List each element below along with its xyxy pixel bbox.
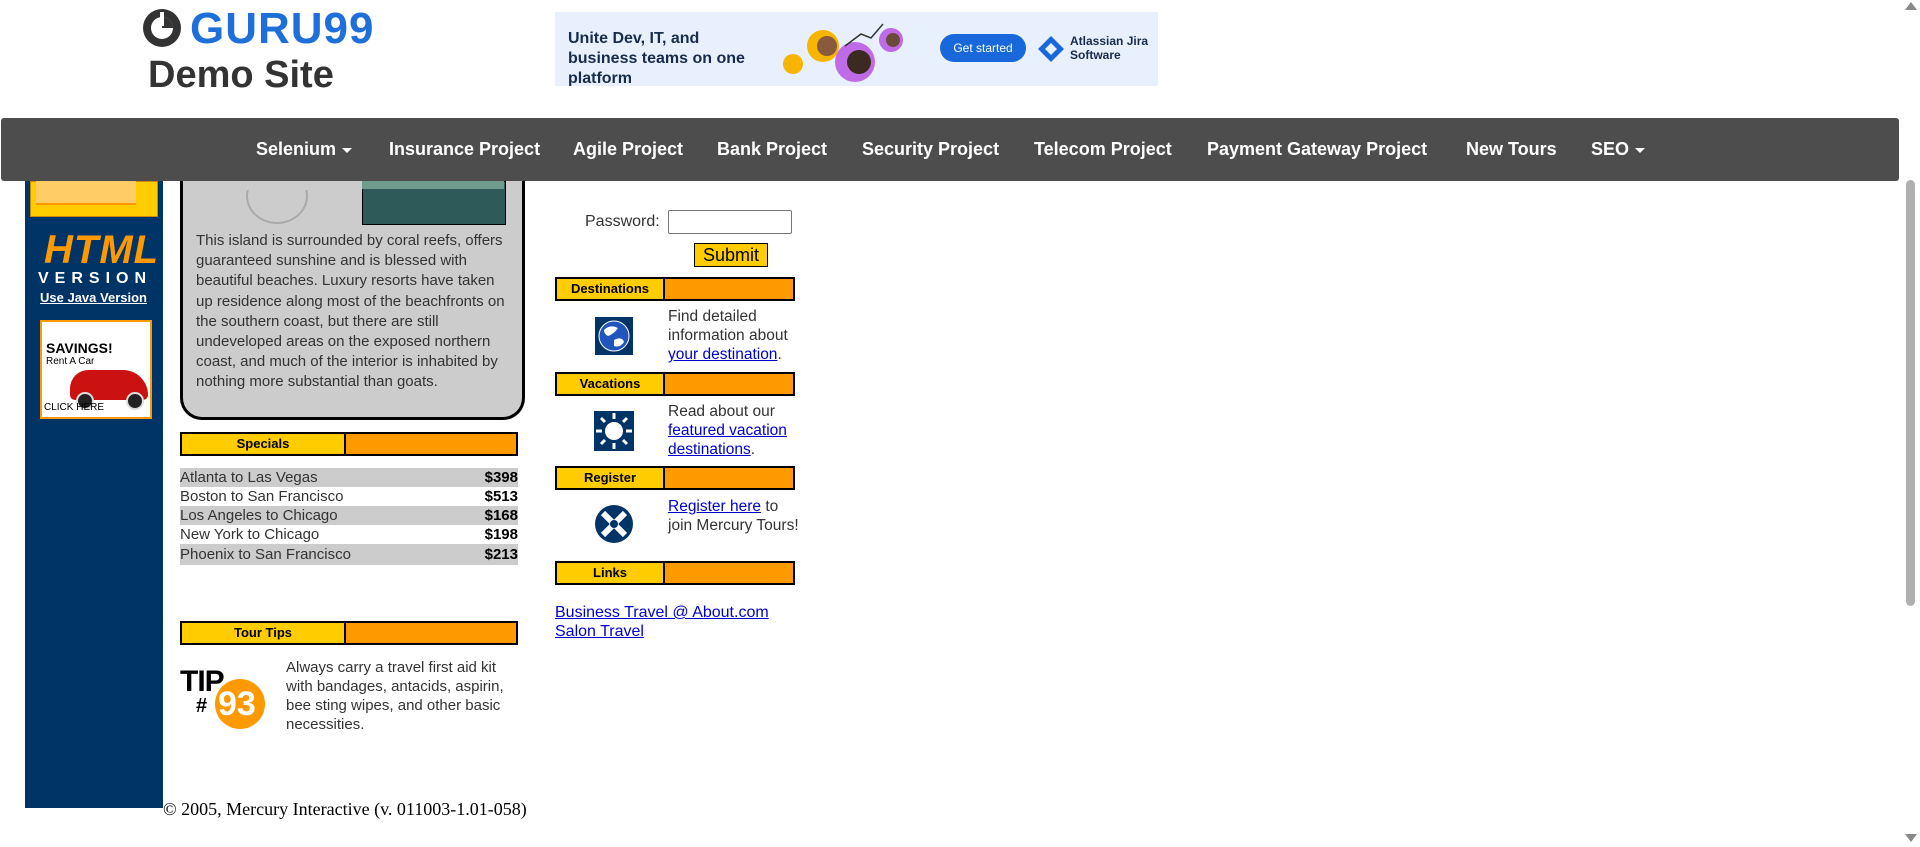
featured-vacation-destinations-link[interactable]: featured vacation destinations: [668, 422, 787, 458]
price: $513: [484, 488, 518, 505]
banner-people-illustration: [783, 23, 903, 82]
submit-button[interactable]: Submit: [694, 243, 768, 267]
wheel-icon: [126, 392, 144, 410]
route: Phoenix to San Francisco: [180, 546, 351, 563]
route: Los Angeles to Chicago: [180, 507, 338, 524]
chevron-down-icon: [342, 147, 353, 153]
nav-telecom-project[interactable]: Telecom Project: [1034, 118, 1172, 181]
specials-header: Specials: [180, 432, 518, 456]
table-row: Atlanta to Las Vegas $398: [180, 468, 518, 487]
nav-agile-project[interactable]: Agile Project: [573, 118, 683, 181]
business-travel-link[interactable]: Business Travel @ About.com: [555, 604, 769, 622]
ad-banner[interactable]: Unite Dev, IT, and business teams on one…: [555, 12, 1158, 86]
copyright-footer: © 2005, Mercury Interactive (v. 011003-1…: [163, 799, 527, 819]
jira-diamond-icon: [1038, 36, 1064, 62]
scrollbar-thumb[interactable]: [1906, 180, 1915, 606]
your-destination-link[interactable]: your destination: [668, 346, 777, 363]
password-input[interactable]: [668, 210, 792, 234]
version-badge-text: VERSION: [38, 270, 153, 287]
route: New York to Chicago: [180, 526, 320, 543]
vacations-text: Read about our featured vacation destina…: [668, 402, 800, 459]
nav-new-tours[interactable]: New Tours: [1466, 118, 1557, 181]
vacations-header: Vacations: [555, 372, 795, 396]
logo-subtitle: Demo Site: [148, 54, 334, 96]
nav-selenium[interactable]: Selenium: [256, 118, 353, 181]
specials-title: Specials: [182, 434, 346, 454]
guru99-logo[interactable]: GURU99 Demo Site: [140, 4, 380, 100]
register-text: Register here to join Mercury Tours!: [668, 497, 800, 535]
vacations-pre-text: Read about our: [668, 403, 775, 420]
nav-payment-gateway-project[interactable]: Payment Gateway Project: [1207, 118, 1427, 181]
table-row: Los Angeles to Chicago $168: [180, 506, 518, 525]
logo-name: GURU99: [190, 4, 375, 53]
rent-a-car-ad[interactable]: SAVINGS! Rent A Car CLICK HERE: [40, 320, 152, 419]
chevron-down-icon: [1635, 147, 1646, 153]
sidebar-banner-inner: [36, 181, 136, 205]
html-version-badge: HTML VERSION: [36, 228, 158, 290]
price: $213: [484, 546, 518, 563]
tour-tips-header: Tour Tips: [180, 621, 518, 645]
html-badge-text: HTML: [44, 228, 160, 272]
scroll-up-arrow-icon[interactable]: [1905, 2, 1917, 10]
use-java-version-link[interactable]: Use Java Version: [36, 290, 151, 305]
banner-text: Unite Dev, IT, and business teams on one…: [568, 30, 745, 86]
guru99-logo-icon: [143, 9, 181, 47]
get-started-button[interactable]: Get started: [940, 34, 1026, 62]
destinations-text: Find detailed information about your des…: [668, 307, 800, 364]
price: $198: [484, 526, 518, 543]
route: Boston to San Francisco: [180, 488, 344, 505]
tip-hash: #: [196, 695, 208, 717]
route: Atlanta to Las Vegas: [180, 469, 318, 486]
price: $168: [484, 507, 518, 524]
nav-label: SEO: [1591, 139, 1630, 159]
nav-bank-project[interactable]: Bank Project: [717, 118, 827, 181]
table-row: New York to Chicago $198: [180, 525, 518, 544]
table-row: Phoenix to San Francisco $213: [180, 544, 518, 565]
destinations-header: Destinations: [555, 277, 795, 301]
vacations-title: Vacations: [557, 374, 665, 394]
vacations-post-text: .: [750, 441, 756, 458]
price: $398: [484, 469, 518, 486]
destinations-post-text: .: [777, 346, 782, 363]
nav-label: Selenium: [256, 139, 337, 159]
salon-travel-link[interactable]: Salon Travel: [555, 623, 644, 641]
nav-insurance-project[interactable]: Insurance Project: [389, 118, 540, 181]
sun-icon: [594, 411, 634, 451]
register-cross-icon: [594, 504, 634, 544]
register-here-link[interactable]: Register here: [668, 498, 761, 515]
island-photo-strip: [362, 181, 504, 189]
nav-seo[interactable]: SEO: [1591, 118, 1646, 181]
tip-93-logo: TIP # 93: [180, 665, 270, 729]
register-header: Register: [555, 466, 795, 490]
scroll-down-arrow-icon[interactable]: [1905, 834, 1917, 842]
savings-title: SAVINGS!: [46, 340, 113, 356]
links-header: Links: [555, 561, 795, 585]
specials-table: Atlanta to Las Vegas $398 Boston to San …: [180, 468, 518, 565]
savings-subtitle: Rent A Car: [46, 356, 95, 367]
register-title: Register: [557, 468, 665, 488]
table-row: Boston to San Francisco $513: [180, 487, 518, 506]
banner-brand: Atlassian Jira Software: [1070, 34, 1149, 62]
top-nav: Selenium Insurance Project Agile Project…: [1, 118, 1899, 181]
password-label: Password:: [585, 213, 660, 230]
globe-icon: [594, 316, 634, 356]
tour-tip-text: Always carry a travel first aid kit with…: [286, 659, 504, 733]
destinations-title: Destinations: [557, 279, 665, 299]
tour-tips-title: Tour Tips: [182, 623, 346, 643]
nav-security-project[interactable]: Security Project: [862, 118, 999, 181]
savings-cta: CLICK HERE: [44, 402, 105, 413]
tip-number: 93: [218, 685, 256, 723]
destinations-pre-text: Find detailed information about: [668, 308, 788, 344]
links-title: Links: [557, 563, 665, 583]
island-description: This island is surrounded by coral reefs…: [196, 232, 505, 391]
